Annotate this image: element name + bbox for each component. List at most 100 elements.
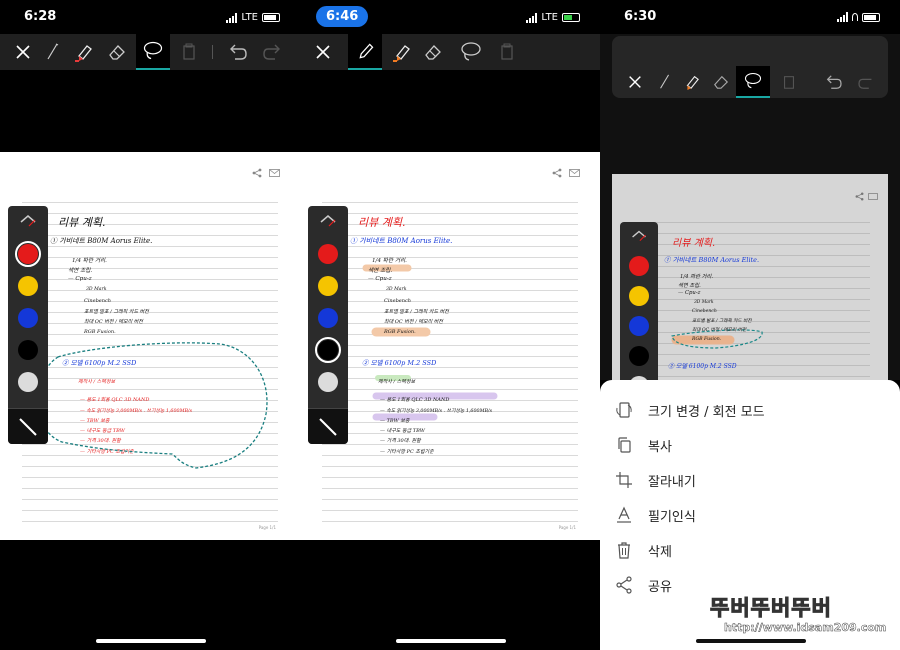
paste-button[interactable] bbox=[172, 34, 206, 70]
status-bar: 6:46 LTE bbox=[300, 0, 600, 34]
note-line: — 내구도 등급 TBW bbox=[380, 428, 425, 434]
color-yellow[interactable] bbox=[18, 276, 38, 296]
eraser-tool-button[interactable] bbox=[100, 34, 134, 70]
eraser-tool-button[interactable] bbox=[704, 66, 738, 98]
pen-tool-button[interactable] bbox=[348, 34, 382, 70]
highlighter-tool-button[interactable] bbox=[384, 34, 418, 70]
battery-icon bbox=[262, 13, 280, 22]
color-red[interactable] bbox=[15, 241, 41, 267]
menu-label: 삭제 bbox=[648, 544, 672, 560]
note-line: 최대 OC 버전 / 메모리 버전 bbox=[692, 328, 747, 333]
drawing-toolbar bbox=[300, 34, 600, 70]
paste-icon bbox=[501, 43, 513, 60]
note-line: Cinebench bbox=[692, 309, 717, 314]
eraser-tool-button[interactable] bbox=[416, 34, 450, 70]
menu-label: 필기인식 bbox=[648, 509, 696, 525]
lasso-icon bbox=[744, 72, 762, 89]
network-status: LTE bbox=[526, 12, 580, 23]
share-icon bbox=[616, 576, 632, 594]
highlighter-icon bbox=[393, 45, 410, 62]
note-heading: 리뷰 계획. bbox=[358, 216, 406, 229]
status-time: 6:30 bbox=[624, 9, 657, 24]
close-icon bbox=[629, 76, 641, 88]
redo-button[interactable] bbox=[256, 34, 290, 70]
pen-thickness-icon[interactable] bbox=[627, 226, 651, 248]
pen-tool-button[interactable] bbox=[36, 34, 70, 70]
pen-style-button[interactable] bbox=[8, 408, 48, 444]
pen-thickness-icon[interactable] bbox=[316, 210, 340, 234]
note-line: — TBW 보증 bbox=[380, 418, 410, 424]
close-icon bbox=[16, 45, 30, 59]
redo-icon bbox=[858, 78, 872, 89]
menu-copy[interactable]: 복사 bbox=[600, 429, 900, 461]
paste-button[interactable] bbox=[772, 66, 806, 98]
eraser-icon bbox=[109, 45, 125, 60]
trash-icon bbox=[618, 542, 630, 559]
watermark: 뚜버뚜버뚜버 http://www.idsam209.com bbox=[710, 592, 894, 642]
page-number: Page 1/1 bbox=[258, 525, 276, 530]
note-line: — 용도 1회용 QLC 3D NAND bbox=[380, 397, 450, 403]
color-white[interactable] bbox=[18, 372, 38, 392]
color-blue[interactable] bbox=[18, 308, 38, 328]
menu-label: 잘라내기 bbox=[648, 474, 696, 490]
menu-label: 크기 변경 / 회전 모드 bbox=[648, 404, 765, 420]
lasso-icon bbox=[143, 41, 163, 60]
menu-resize-rotate[interactable]: 크기 변경 / 회전 모드 bbox=[600, 394, 900, 426]
highlighter-tool-button[interactable] bbox=[66, 34, 100, 70]
note-line: — Cpu-z bbox=[678, 290, 701, 296]
pen-palette bbox=[308, 206, 348, 444]
status-bar: 6:30 bbox=[600, 0, 900, 34]
color-black[interactable] bbox=[18, 340, 38, 360]
color-blue[interactable] bbox=[629, 316, 649, 336]
pen-thickness-icon[interactable] bbox=[16, 210, 40, 234]
drawing-toolbar bbox=[0, 34, 300, 70]
lasso-tool-button[interactable] bbox=[454, 34, 488, 70]
redo-button[interactable] bbox=[850, 66, 884, 98]
note-line: 3D Mark bbox=[386, 287, 407, 292]
color-black[interactable] bbox=[315, 337, 341, 363]
color-blue[interactable] bbox=[318, 308, 338, 328]
undo-button[interactable] bbox=[220, 34, 254, 70]
note-line: 1/4 파란 거리. bbox=[680, 274, 714, 280]
pen-style-button[interactable] bbox=[308, 408, 348, 444]
note-item-2: ② 모델 6100p M.2 SSD bbox=[668, 363, 737, 370]
page-number: Page 1/1 bbox=[558, 525, 576, 530]
color-yellow[interactable] bbox=[318, 276, 338, 296]
status-time: 6:46 bbox=[316, 6, 369, 27]
network-label: LTE bbox=[541, 12, 558, 23]
color-black[interactable] bbox=[629, 346, 649, 366]
paste-button[interactable] bbox=[490, 34, 524, 70]
menu-crop[interactable]: 잘라내기 bbox=[600, 464, 900, 496]
signal-icon bbox=[226, 12, 238, 23]
undo-button[interactable] bbox=[816, 66, 850, 98]
note-line: 제작사 / 스펙정보 bbox=[378, 379, 416, 385]
menu-delete[interactable]: 삭제 bbox=[600, 534, 900, 566]
note-line: 색연 조립. bbox=[678, 283, 701, 289]
close-button[interactable] bbox=[306, 34, 340, 70]
handwriting-recognition-icon bbox=[617, 506, 631, 523]
note-line: 1/4 파란 거리. bbox=[372, 258, 407, 264]
signal-icon bbox=[837, 12, 848, 22]
wifi-icon bbox=[852, 13, 858, 21]
close-button[interactable] bbox=[6, 34, 40, 70]
close-button[interactable] bbox=[618, 66, 652, 98]
status-time: 6:28 bbox=[24, 9, 57, 24]
highlighter-tool-button[interactable] bbox=[674, 66, 708, 98]
color-yellow[interactable] bbox=[629, 286, 649, 306]
home-indicator bbox=[396, 639, 506, 643]
lasso-tool-button[interactable] bbox=[736, 66, 770, 98]
menu-label: 공유 bbox=[648, 579, 672, 595]
note-item-2: ② 모델 6100p M.2 SSD bbox=[362, 359, 437, 367]
lasso-tool-button[interactable] bbox=[136, 34, 170, 70]
note-line: 3D Mark bbox=[694, 300, 714, 305]
drawing-toolbar bbox=[612, 36, 888, 98]
menu-handwriting-recognition[interactable]: 필기인식 bbox=[600, 499, 900, 531]
highlighter-icon bbox=[75, 45, 92, 62]
note-line: 포트별 발포 / 그래픽 카드 버전 bbox=[692, 319, 752, 324]
color-red[interactable] bbox=[318, 244, 338, 264]
color-white[interactable] bbox=[318, 372, 338, 392]
watermark-url: http://www.idsam209.com bbox=[724, 621, 887, 635]
color-red[interactable] bbox=[629, 256, 649, 276]
note-line: — Cpu-z bbox=[368, 276, 392, 282]
highlighter-icon bbox=[686, 75, 699, 90]
